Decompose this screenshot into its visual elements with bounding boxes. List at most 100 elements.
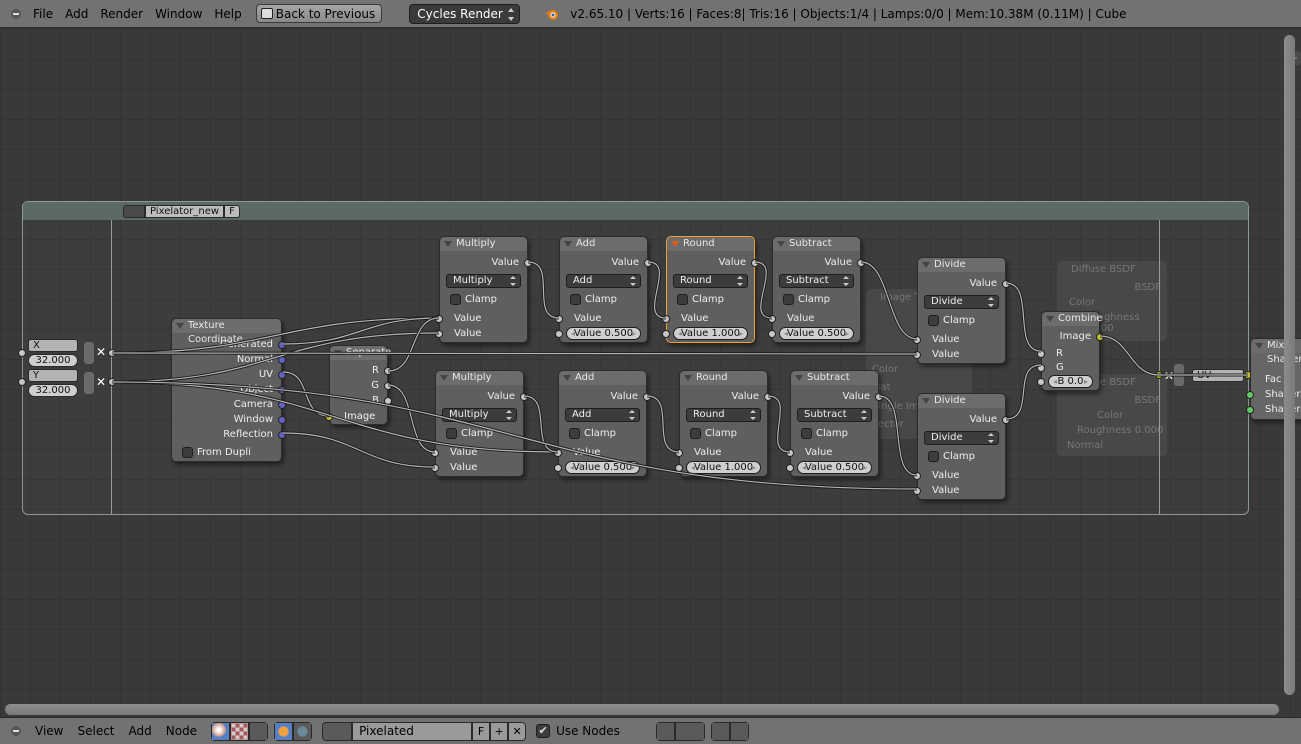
node-header[interactable]: Combine <box>1042 312 1102 326</box>
group-output-uv-in-socket[interactable] <box>1155 371 1163 379</box>
socket-dot[interactable] <box>675 464 683 472</box>
socket-dot[interactable] <box>555 330 563 338</box>
node-header[interactable]: Round <box>680 371 767 385</box>
world-shader-icon[interactable] <box>293 721 313 741</box>
remove-input-x-icon[interactable]: ✕ <box>96 345 106 359</box>
back-to-previous-button[interactable]: Back to Previous <box>255 4 383 23</box>
socket-dot[interactable] <box>278 401 286 409</box>
header-collapse-button[interactable] <box>11 8 21 19</box>
socket-dot[interactable] <box>384 367 392 375</box>
socket-dot[interactable] <box>524 259 532 267</box>
remove-output-uv-icon[interactable]: ✕ <box>1164 369 1174 383</box>
operation-select[interactable]: Round <box>686 408 761 422</box>
fake-user-button[interactable]: F <box>224 204 240 218</box>
socket-dot[interactable] <box>554 449 562 457</box>
socket-dot[interactable] <box>768 330 776 338</box>
socket-dot[interactable] <box>768 315 776 323</box>
socket-dot[interactable] <box>644 259 652 267</box>
menu-file[interactable]: File <box>33 7 53 21</box>
clamp-checkbox[interactable] <box>690 428 701 439</box>
socket-dot[interactable] <box>857 259 865 267</box>
clamp-checkbox[interactable] <box>677 294 688 305</box>
material-fake-user-button[interactable]: F <box>472 721 491 741</box>
node-header[interactable]: Subtract <box>791 371 878 385</box>
socket-dot[interactable] <box>278 371 286 379</box>
material-browse-icon[interactable] <box>322 721 353 741</box>
socket-dot[interactable] <box>913 472 921 480</box>
value-field[interactable]: Value 0.500 <box>779 327 854 340</box>
socket-dot[interactable] <box>786 449 794 457</box>
menu-render[interactable]: Render <box>100 7 143 21</box>
group-output-uv-name[interactable]: UV <box>1192 369 1244 382</box>
menu-view[interactable]: View <box>35 724 63 738</box>
compositing-nodes-icon[interactable] <box>249 721 269 741</box>
node-separate-rgb[interactable]: Separate R G B Image <box>325 345 392 425</box>
move-input-x-arrows[interactable] <box>84 342 94 364</box>
menu-node[interactable]: Node <box>166 724 197 738</box>
group-input-socket-x[interactable] <box>18 349 26 357</box>
clamp-checkbox[interactable] <box>450 294 461 305</box>
move-input-y-arrows[interactable] <box>84 372 94 394</box>
value-field[interactable]: Value 0.500 <box>797 461 872 474</box>
value-field[interactable]: Value 0.500 <box>566 327 641 340</box>
clamp-checkbox[interactable] <box>801 428 812 439</box>
group-datablock-selector[interactable]: Pixelator_new F <box>123 204 240 218</box>
menu-add[interactable]: Add <box>129 724 152 738</box>
node-math-subtract[interactable]: Subtract Value Subtract Clamp Value Valu… <box>768 236 865 343</box>
group-input-y-name[interactable]: Y <box>28 369 78 382</box>
use-nodes-checkbox[interactable]: ✔ <box>536 724 551 738</box>
clamp-checkbox[interactable] <box>928 315 939 326</box>
node-header[interactable]: Multiply <box>436 371 523 385</box>
socket-dot[interactable] <box>913 351 921 359</box>
node-combine-rgb[interactable]: Combine Image R G B 0.0 <box>1037 311 1104 391</box>
node-math-add[interactable]: Add Value Add Clamp Value Value 0.500 <box>555 236 652 343</box>
socket-dot[interactable] <box>435 330 443 338</box>
node-math-divide[interactable]: Divide Value Divide Clamp Value Value <box>913 257 1010 364</box>
node-editor[interactable]: Diffuse BSDF BSDF Color Roughness 0.000 … <box>0 29 1301 717</box>
group-input-x-name[interactable]: X <box>28 339 78 352</box>
group-name-field[interactable]: Pixelator_new <box>145 204 225 218</box>
socket-dot[interactable] <box>431 449 439 457</box>
snap-element-grid-icon[interactable] <box>674 721 705 741</box>
node-math-round[interactable]: Round Value Round Clamp Value Value 1.00… <box>662 236 759 343</box>
node-math-multiply[interactable]: Multiply Value Multiply Clamp Value Valu… <box>431 370 528 477</box>
render-engine-select[interactable]: Cycles Render <box>409 3 521 24</box>
snap-magnet-icon[interactable] <box>655 721 675 741</box>
clamp-checkbox[interactable] <box>446 428 457 439</box>
operation-select[interactable]: Subtract <box>797 408 872 422</box>
b-value-field[interactable]: B 0.0 <box>1048 375 1093 388</box>
clamp-checkbox[interactable] <box>928 451 939 462</box>
socket-dot[interactable] <box>875 393 883 401</box>
socket-dot[interactable] <box>1037 364 1045 372</box>
socket-dot[interactable] <box>1002 416 1010 424</box>
socket-dot[interactable] <box>1246 391 1254 399</box>
use-nodes-toggle[interactable]: ✔ Use Nodes <box>536 724 620 738</box>
node-header[interactable]: Round <box>667 237 754 251</box>
operation-select[interactable]: Round <box>673 274 748 288</box>
socket-dot[interactable] <box>764 393 772 401</box>
operation-select[interactable]: Add <box>566 274 641 288</box>
socket-dot[interactable] <box>325 413 333 421</box>
node-header[interactable]: Divide <box>918 258 1005 272</box>
vertical-scrollbar[interactable] <box>1284 35 1295 695</box>
node-tree-icon[interactable] <box>123 204 145 218</box>
from-dupli-checkbox[interactable] <box>182 447 193 458</box>
socket-dot[interactable] <box>643 393 651 401</box>
socket-dot[interactable] <box>1246 406 1254 414</box>
socket-dot[interactable] <box>675 449 683 457</box>
operation-select[interactable]: Subtract <box>779 274 854 288</box>
clamp-checkbox[interactable] <box>783 294 794 305</box>
node-header[interactable]: Multiply <box>440 237 527 251</box>
group-input-x-out-socket[interactable] <box>108 349 116 357</box>
group-input-y-out-socket[interactable] <box>108 378 116 386</box>
node-header[interactable]: Subtract <box>773 237 860 251</box>
node-header[interactable]: Separate <box>330 346 391 360</box>
socket-dot[interactable] <box>278 386 286 394</box>
socket-dot[interactable] <box>278 341 286 349</box>
node-header[interactable]: Add <box>560 237 647 251</box>
clamp-checkbox[interactable] <box>569 428 580 439</box>
menu-add[interactable]: Add <box>65 7 88 21</box>
move-output-uv-arrows[interactable] <box>1174 364 1184 386</box>
socket-dot[interactable] <box>1037 350 1045 358</box>
paste-nodes-icon[interactable] <box>729 721 749 741</box>
